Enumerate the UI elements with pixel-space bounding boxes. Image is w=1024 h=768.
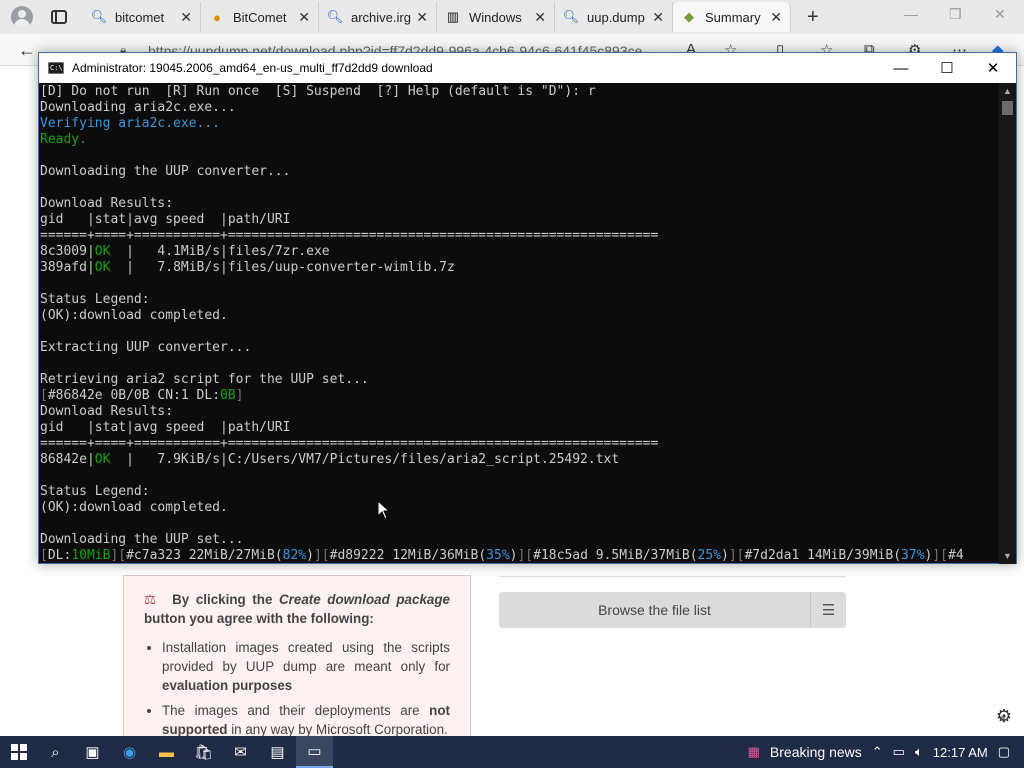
console-title-bar[interactable]: C:\ Administrator: 19045.2006_amd64_en-u… [39, 53, 1016, 83]
volume-icon[interactable]: 🔈︎ [915, 744, 923, 760]
minimize-browser-icon[interactable]: — [904, 6, 918, 22]
tab-actions-icon[interactable] [51, 10, 67, 24]
console-window[interactable]: C:\ Administrator: 19045.2006_amd64_en-u… [38, 52, 1017, 564]
close-tab-icon[interactable]: ✕ [416, 9, 428, 26]
list-item: The images and their deployments are not… [162, 701, 450, 739]
close-icon[interactable]: ✕ [970, 59, 1016, 77]
search-icon: 🔍︎ [326, 9, 344, 24]
app-taskbar-icon[interactable]: ▤ [259, 736, 296, 768]
bitcomet-favicon-icon: ● [213, 9, 221, 25]
clock[interactable]: 12:17 AM [933, 745, 988, 760]
close-tab-icon[interactable]: ✕ [534, 9, 546, 26]
windows-logo-icon [10, 744, 27, 760]
list-item: Installation images created using the sc… [162, 638, 450, 695]
maximize-icon[interactable]: ☐ [924, 59, 970, 77]
close-tab-icon[interactable]: ✕ [652, 9, 664, 26]
tab-bitcomet[interactable]: ● BitComet ✕ [201, 2, 319, 32]
scroll-thumb[interactable] [1002, 101, 1013, 115]
tab-windows-archive[interactable]: ▥ Windows ✕ [437, 2, 555, 32]
scroll-up-icon[interactable]: ▲ [1003, 86, 1012, 96]
browse-file-list-button[interactable]: Browse the file list ☰ [499, 592, 846, 628]
system-tray: ▦ Breaking news ⌃ ▭ 🔈︎ 12:17 AM ▢ [743, 736, 1024, 768]
close-tab-icon[interactable]: ✕ [180, 9, 192, 26]
archive-favicon-icon: ▥ [446, 9, 460, 24]
scroll-down-icon[interactable]: ▼ [1003, 551, 1012, 561]
divider [499, 576, 846, 577]
tab-uupdump-search[interactable]: 🔍︎ uup.dump ✕ [555, 2, 673, 32]
mouse-cursor-icon [377, 500, 391, 520]
file-explorer-icon[interactable]: ▬ [148, 736, 185, 768]
browser-tab-bar: 🔍︎ bitcomet ✕ ● BitComet ✕ 🔍︎ archive.ir… [0, 0, 1024, 34]
tab-archive-search[interactable]: 🔍︎ archive.irg ✕ [319, 2, 437, 32]
news-label[interactable]: Breaking news [770, 744, 862, 760]
terms-list: Installation images created using the sc… [144, 638, 450, 739]
terms-notice: ⚖ By clicking the Create download packag… [123, 575, 471, 740]
notifications-icon[interactable]: ▢ [998, 744, 1010, 760]
news-icon[interactable]: ▦ [748, 744, 760, 760]
start-button[interactable] [0, 736, 37, 768]
close-browser-icon[interactable]: ✕ [994, 6, 1006, 23]
console-scrollbar[interactable]: ▲ ▼ [999, 83, 1016, 564]
search-icon[interactable]: ⌕ [37, 736, 74, 768]
network-icon[interactable]: ▭ [893, 744, 905, 760]
close-tab-icon[interactable]: ✕ [770, 9, 782, 26]
close-tab-icon[interactable]: ✕ [298, 9, 310, 26]
back-icon[interactable]: ← [18, 40, 36, 61]
search-icon: 🔍︎ [90, 9, 108, 24]
cmd-taskbar-icon[interactable]: ▭ [296, 736, 333, 768]
new-tab-icon[interactable]: + [807, 6, 819, 29]
restore-browser-icon[interactable]: ❐ [949, 6, 962, 23]
settings-gear-icon[interactable]: ⚙ [996, 706, 1012, 727]
scales-icon: ⚖ [144, 592, 159, 607]
edge-taskbar-icon[interactable]: ◉ [111, 736, 148, 768]
chevron-up-icon[interactable]: ⌃ [872, 744, 883, 760]
cmd-icon: C:\ [48, 62, 64, 74]
store-icon[interactable]: 🛍︎ [185, 736, 222, 768]
search-icon: 🔍︎ [562, 9, 580, 24]
uupdump-favicon-icon: ◆ [684, 9, 694, 24]
profile-avatar[interactable] [11, 6, 33, 28]
tab-bitcomet-search[interactable]: 🔍︎ bitcomet ✕ [83, 2, 201, 32]
list-icon: ☰ [810, 592, 846, 628]
minimize-icon[interactable]: — [878, 60, 924, 77]
mail-icon[interactable]: ✉ [222, 736, 259, 768]
taskbar: ⌕ ▣ ◉ ▬ 🛍︎ ✉ ▤ ▭ ▦ Breaking news ⌃ ▭ 🔈︎ … [0, 736, 1024, 768]
console-output[interactable]: [D] Do not run [R] Run once [S] Suspend … [39, 83, 1000, 564]
tab-summary[interactable]: ◆ Summary ✕ [673, 2, 791, 32]
task-view-icon[interactable]: ▣ [74, 736, 111, 768]
